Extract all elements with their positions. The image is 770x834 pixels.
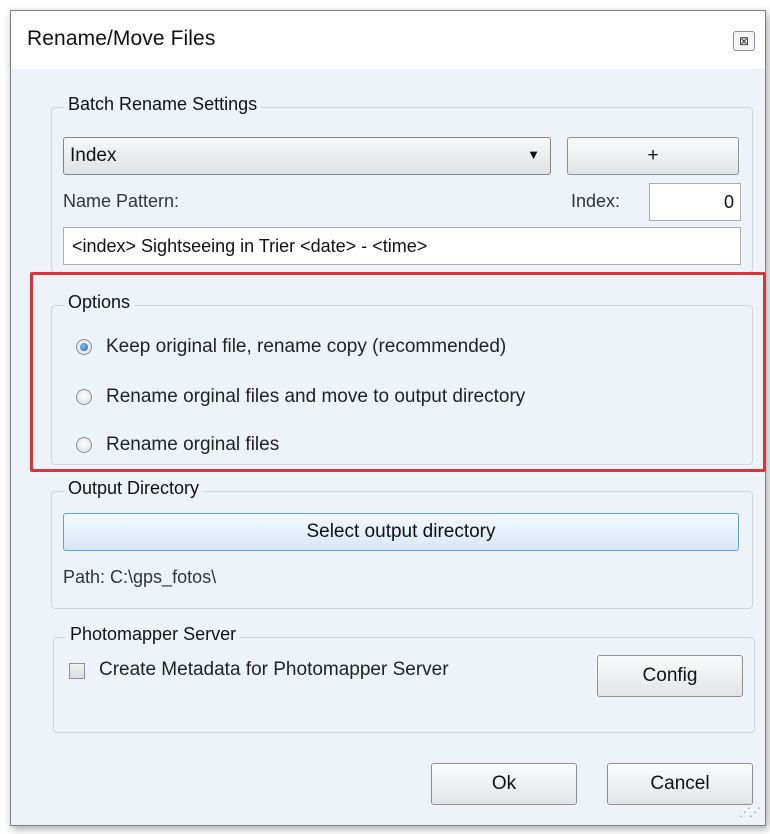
add-pattern-button[interactable]: + [567, 137, 739, 175]
name-pattern-input[interactable]: <index> Sightseeing in Trier <date> - <t… [63, 227, 741, 265]
options-highlight-box [30, 272, 766, 472]
index-label: Index: [571, 191, 621, 211]
close-icon[interactable]: ⊠ [733, 31, 755, 51]
cancel-button[interactable]: Cancel [607, 763, 753, 805]
rename-mode-select[interactable]: Index ▼ [63, 137, 551, 175]
output-directory-legend: Output Directory [64, 478, 204, 499]
select-output-directory-button[interactable]: Select output directory [63, 513, 739, 551]
rename-mode-value: Index [70, 145, 117, 166]
chevron-down-icon: ▼ [527, 147, 540, 162]
create-metadata-label: Create Metadata for Photomapper Server [99, 659, 449, 680]
title-bar: Rename/Move Files ⊠ [11, 11, 765, 70]
batch-rename-legend: Batch Rename Settings [64, 94, 262, 115]
index-input[interactable]: 0 [649, 183, 741, 221]
output-path-label: Path: C:\gps_fotos\ [63, 567, 217, 587]
name-pattern-label: Name Pattern: [63, 191, 180, 211]
dialog-title: Rename/Move Files [27, 27, 216, 50]
config-button[interactable]: Config [597, 655, 743, 697]
create-metadata-checkbox[interactable] [69, 663, 85, 679]
photomapper-legend: Photomapper Server [66, 624, 241, 645]
resize-grip-icon[interactable]: ⋰⋰ [739, 805, 761, 819]
ok-button[interactable]: Ok [431, 763, 577, 805]
